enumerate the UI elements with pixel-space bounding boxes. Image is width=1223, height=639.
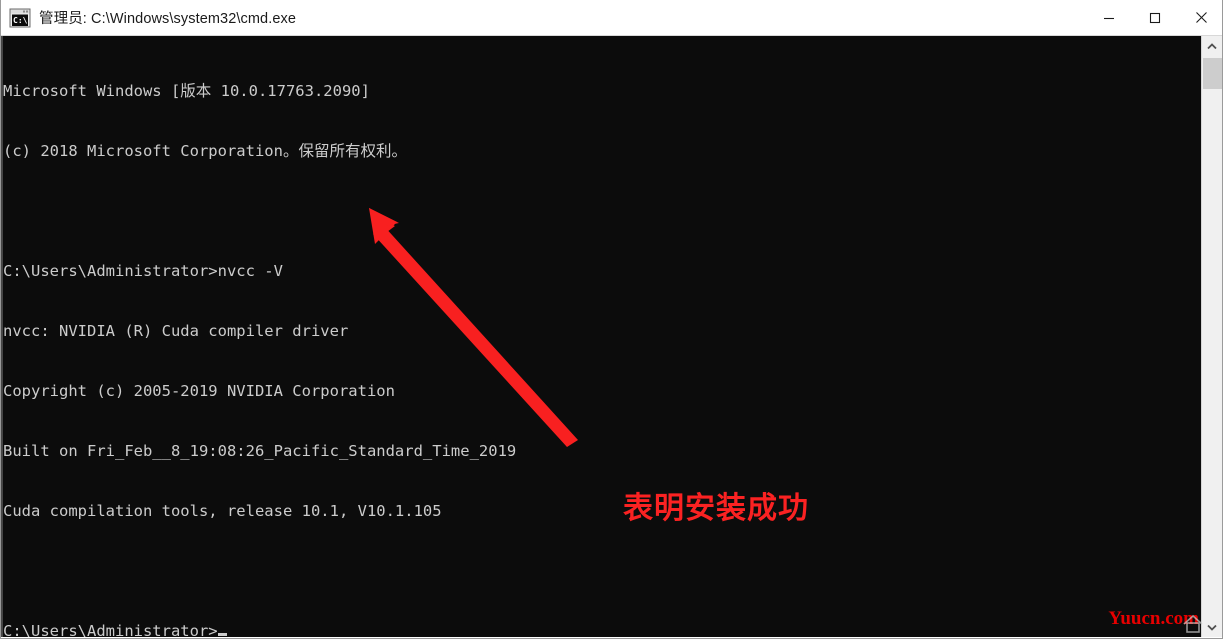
window-titlebar[interactable]: C:\ 管理员: C:\Windows\system32\cmd.exe — [1, 0, 1222, 36]
scroll-thumb[interactable] — [1203, 58, 1222, 89]
console-line: Built on Fri_Feb__8_19:08:26_Pacific_Sta… — [3, 442, 517, 460]
console-line: Copyright (c) 2005-2019 NVIDIA Corporati… — [3, 382, 395, 400]
console-line: (c) 2018 Microsoft Corporation。保留所有权利。 — [3, 142, 407, 160]
console-text-block: Microsoft Windows [版本 10.0.17763.2090] (… — [3, 41, 1193, 637]
window-title: 管理员: C:\Windows\system32\cmd.exe — [39, 11, 297, 27]
scrollbar-track[interactable] — [1202, 56, 1222, 617]
block-cursor — [217, 633, 227, 636]
vertical-scrollbar[interactable] — [1201, 36, 1222, 637]
maximize-button[interactable] — [1132, 0, 1178, 35]
close-button[interactable] — [1178, 0, 1222, 35]
site-watermark: Yuucn.com — [1108, 608, 1199, 629]
console-line: Microsoft Windows [版本 10.0.17763.2090] — [3, 82, 370, 100]
console-line: C:\Users\Administrator>nvcc -V — [3, 262, 283, 280]
scroll-down-arrow[interactable] — [1202, 617, 1222, 637]
console-line: Cuda compilation tools, release 10.1, V1… — [3, 502, 442, 520]
annotation-caption: 表明安装成功 — [623, 491, 809, 526]
minimize-button[interactable] — [1086, 0, 1132, 35]
console-prompt-text: C:\Users\Administrator> — [3, 622, 218, 637]
titlebar-left-group: C:\ 管理员: C:\Windows\system32\cmd.exe — [1, 7, 1086, 28]
cmd-console-icon: C:\ — [9, 8, 31, 28]
console-prompt-line: C:\Users\Administrator> — [3, 621, 1193, 637]
scroll-up-arrow[interactable] — [1202, 36, 1222, 56]
cmd-window: C:\ 管理员: C:\Windows\system32\cmd.exe Mic… — [0, 0, 1223, 639]
svg-text:C:\: C:\ — [13, 16, 28, 25]
console-line: nvcc: NVIDIA (R) Cuda compiler driver — [3, 322, 349, 340]
console-output-area[interactable]: Microsoft Windows [版本 10.0.17763.2090] (… — [1, 36, 1222, 637]
